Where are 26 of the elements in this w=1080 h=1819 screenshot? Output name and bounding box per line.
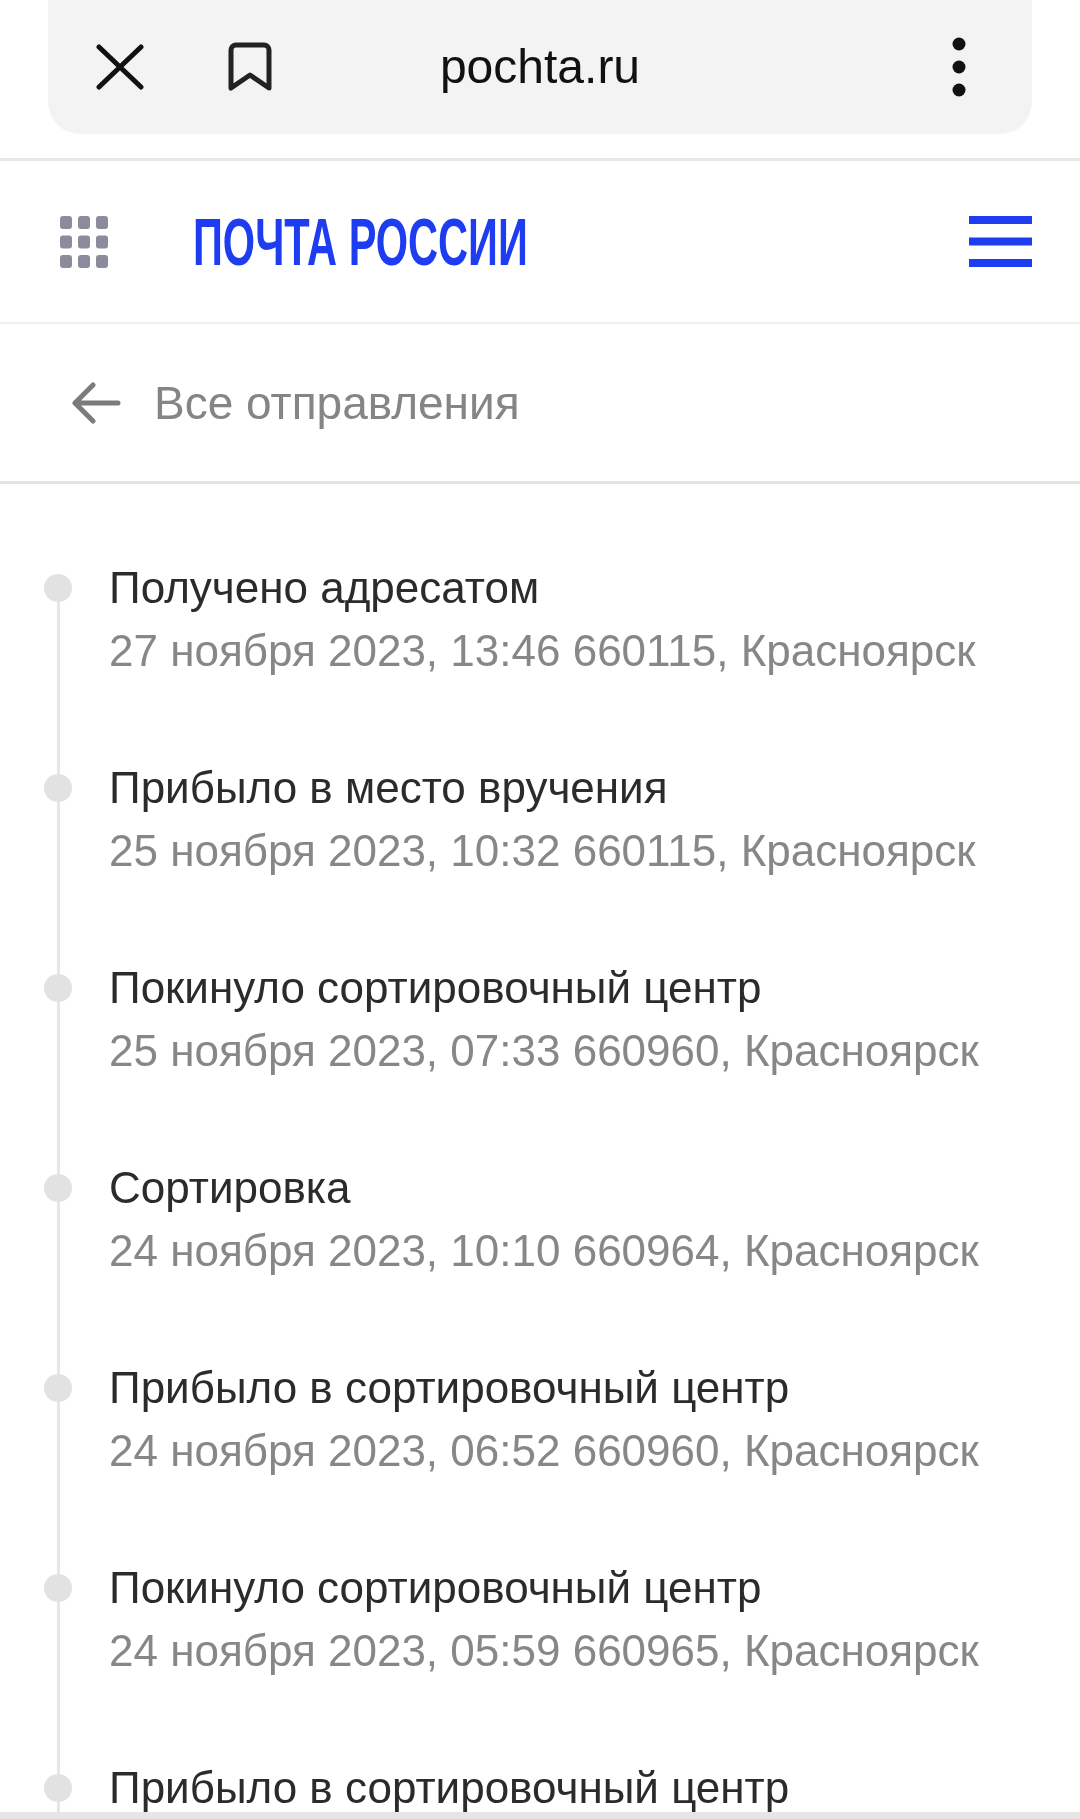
event-details: 24 ноября 2023, 10:10 660964, Красноярск [109,1227,979,1275]
event-title: Покинуло сортировочный центр [109,1564,763,1612]
menu-button[interactable] [969,216,1032,267]
more-icon [952,37,966,97]
event-title: Получено адресатом [109,564,541,612]
event-details: 24 ноября 2023, 06:52 660960, Красноярск [109,1427,979,1475]
event-title: Сортировка [109,1164,352,1212]
event-title: Прибыло в сортировочный центр [109,1764,790,1812]
arrow-left-icon [71,381,121,424]
bookmark-button[interactable] [228,42,272,92]
event-title: Прибыло в место вручения [109,764,669,812]
event-details: 24 ноября 2023, 05:59 660965, Красноярск [109,1627,979,1675]
event-title: Прибыло в сортировочный центр [109,1364,791,1412]
close-icon [96,44,144,90]
more-button[interactable] [952,37,966,97]
apps-button[interactable] [60,215,108,268]
event-details: 25 ноября 2023, 07:33 660960, Красноярск [109,1027,979,1075]
url-text: pochta.ru [439,43,641,91]
menu-icon [969,216,1032,267]
grid-icon [60,215,108,268]
bookmark-icon [228,42,272,92]
event-details: 25 ноября 2023, 10:32 660115, Красноярск [109,827,976,875]
close-button[interactable] [96,44,144,90]
site-logo[interactable]: ПОЧТА РОССИИ [193,208,528,275]
event-title: Покинуло сортировочный центр [109,964,763,1012]
event-details: 27 ноября 2023, 13:46 660115, Красноярск [109,627,976,675]
